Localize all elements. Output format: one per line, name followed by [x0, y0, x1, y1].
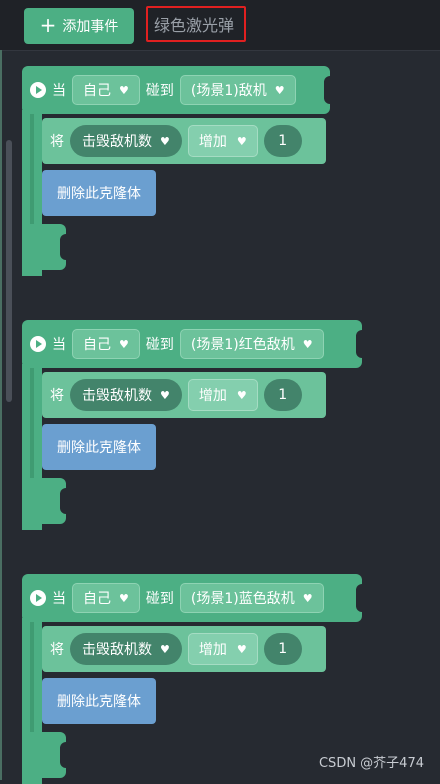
event-spine-inner: [30, 618, 34, 744]
event-hat[interactable]: 当 自己 ♥ 碰到 (场景1)蓝色敌机 ♥: [22, 574, 368, 622]
event-spine-inner: [30, 364, 34, 490]
selected-object-label: 绿色激光弹: [154, 16, 235, 35]
heart-dropdown-icon: ♥: [119, 337, 129, 351]
event-block[interactable]: 当 自己 ♥ 碰到 (场景1)蓝色敌机 ♥ 将 击毁敌机数 ♥ 增加 ♥ 1 删…: [22, 574, 368, 784]
subject-value: 自己: [83, 337, 111, 353]
heart-dropdown-icon: ♥: [160, 134, 170, 148]
event-footer: [22, 732, 72, 778]
add-event-label: 添加事件: [62, 19, 119, 35]
trigger-label: 碰到: [145, 83, 174, 99]
delete-clone-block[interactable]: 删除此克隆体: [42, 170, 156, 216]
delete-clone-block[interactable]: 删除此克隆体: [42, 678, 156, 724]
event-footer: [22, 224, 72, 270]
subject-value: 自己: [83, 591, 111, 607]
heart-dropdown-icon: ♥: [236, 388, 247, 402]
heart-dropdown-icon: ♥: [236, 134, 247, 148]
target-dropdown[interactable]: (场景1)红色敌机 ♥: [179, 329, 324, 359]
target-value: (场景1)蓝色敌机: [190, 591, 295, 607]
trigger-label: 碰到: [145, 337, 174, 353]
change-variable-block[interactable]: 将 击毁敌机数 ♥ 增加 ♥ 1: [42, 372, 326, 418]
heart-dropdown-icon: ♥: [119, 591, 129, 605]
operation-value: 增加: [198, 388, 227, 404]
target-dropdown[interactable]: (场景1)敌机 ♥: [179, 75, 296, 105]
heart-dropdown-icon: ♥: [160, 642, 170, 656]
delete-clone-block[interactable]: 删除此克隆体: [42, 424, 156, 470]
operation-value: 增加: [198, 134, 227, 150]
set-label: 将: [50, 388, 64, 404]
target-dropdown[interactable]: (场景1)蓝色敌机 ♥: [179, 583, 324, 613]
amount-input[interactable]: 1: [263, 633, 302, 665]
amount-value: 1: [278, 641, 288, 657]
amount-input[interactable]: 1: [263, 379, 302, 411]
run-icon: [30, 336, 46, 352]
when-label: 当: [52, 591, 66, 607]
operation-dropdown[interactable]: 增加 ♥: [187, 125, 258, 157]
selected-object-name[interactable]: 绿色激光弹: [146, 6, 246, 42]
subject-dropdown[interactable]: 自己 ♥: [72, 75, 140, 105]
vertical-scrollbar[interactable]: [6, 140, 12, 402]
event-hat[interactable]: 当 自己 ♥ 碰到 (场景1)敌机 ♥: [22, 66, 336, 114]
workspace-left-border: [0, 50, 2, 780]
subject-dropdown[interactable]: 自己 ♥: [72, 329, 140, 359]
heart-dropdown-icon: ♥: [119, 83, 129, 97]
event-footer: [22, 478, 72, 524]
set-label: 将: [50, 134, 64, 150]
target-value: (场景1)红色敌机: [190, 337, 295, 353]
change-variable-block[interactable]: 将 击毁敌机数 ♥ 增加 ♥ 1: [42, 626, 326, 672]
set-label: 将: [50, 642, 64, 658]
operation-dropdown[interactable]: 增加 ♥: [187, 633, 258, 665]
subject-value: 自己: [83, 83, 111, 99]
amount-input[interactable]: 1: [263, 125, 302, 157]
event-spine-inner: [30, 110, 34, 236]
variable-dropdown[interactable]: 击毁敌机数 ♥: [70, 633, 182, 665]
variable-dropdown[interactable]: 击毁敌机数 ♥: [70, 125, 182, 157]
heart-dropdown-icon: ♥: [236, 642, 247, 656]
heart-dropdown-icon: ♥: [274, 83, 285, 97]
run-icon: [30, 82, 46, 98]
event-block[interactable]: 当 自己 ♥ 碰到 (场景1)红色敌机 ♥ 将 击毁敌机数 ♥ 增加 ♥ 1 删…: [22, 320, 368, 530]
operation-dropdown[interactable]: 增加 ♥: [187, 379, 258, 411]
target-value: (场景1)敌机: [190, 83, 267, 99]
variable-value: 击毁敌机数: [82, 388, 152, 404]
when-label: 当: [52, 83, 66, 99]
variable-dropdown[interactable]: 击毁敌机数 ♥: [70, 379, 182, 411]
plus-icon: +: [39, 13, 57, 37]
heart-dropdown-icon: ♥: [302, 591, 313, 605]
event-block[interactable]: 当 自己 ♥ 碰到 (场景1)敌机 ♥ 将 击毁敌机数 ♥ 增加 ♥ 1 删除此…: [22, 66, 362, 276]
event-hat[interactable]: 当 自己 ♥ 碰到 (场景1)红色敌机 ♥: [22, 320, 368, 368]
when-label: 当: [52, 337, 66, 353]
change-variable-block[interactable]: 将 击毁敌机数 ♥ 增加 ♥ 1: [42, 118, 326, 164]
delete-clone-label: 删除此克隆体: [57, 186, 141, 202]
amount-value: 1: [278, 133, 288, 149]
heart-dropdown-icon: ♥: [302, 337, 313, 351]
heart-dropdown-icon: ♥: [160, 388, 170, 402]
run-icon: [30, 590, 46, 606]
variable-value: 击毁敌机数: [82, 134, 152, 150]
subject-dropdown[interactable]: 自己 ♥: [72, 583, 140, 613]
add-event-button[interactable]: + 添加事件: [24, 8, 134, 44]
watermark: CSDN @芥子474: [318, 756, 424, 771]
trigger-label: 碰到: [145, 591, 174, 607]
operation-value: 增加: [198, 642, 227, 658]
delete-clone-label: 删除此克隆体: [57, 694, 141, 710]
amount-value: 1: [278, 387, 288, 403]
variable-value: 击毁敌机数: [82, 642, 152, 658]
delete-clone-label: 删除此克隆体: [57, 440, 141, 456]
top-toolbar: + 添加事件 绿色激光弹: [0, 0, 440, 51]
